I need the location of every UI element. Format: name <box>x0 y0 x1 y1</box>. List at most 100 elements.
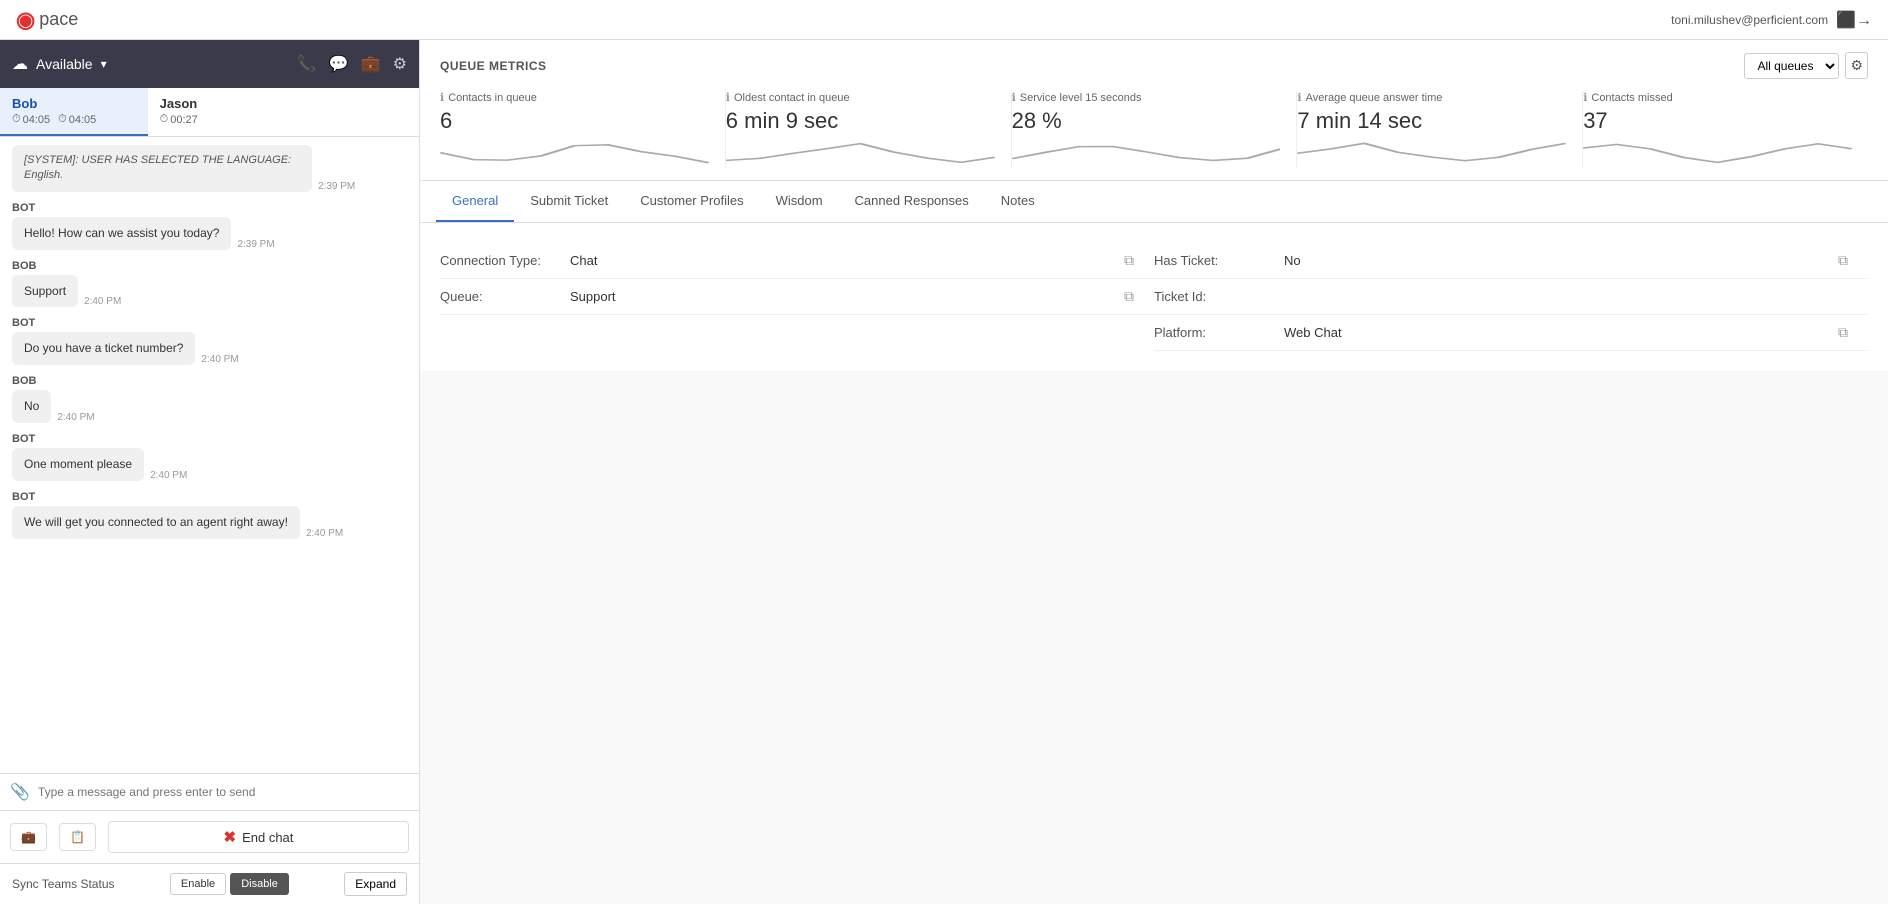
tab-notes[interactable]: Notes <box>985 181 1051 222</box>
sync-bar: Sync Teams Status Enable Disable Expand <box>0 863 419 904</box>
metric-label: ℹ Contacts in queue <box>440 91 709 104</box>
metric-value: 7 min 14 sec <box>1297 108 1566 134</box>
chat-tab-jason-name: Jason <box>160 96 284 111</box>
metric-item-1: ℹ Oldest contact in queue 6 min 9 sec <box>726 91 1012 168</box>
tab-customer-profiles[interactable]: Customer Profiles <box>624 181 759 222</box>
message-time: 2:40 PM <box>84 296 121 307</box>
info-value: No <box>1284 253 1301 268</box>
metric-label: ℹ Service level 15 seconds <box>1012 91 1281 104</box>
chat-tab-bob-time2: ⏱ 04:05 <box>58 113 96 126</box>
info-grid: Connection Type: Chat ⧉ Queue: Support ⧉… <box>440 243 1868 351</box>
tab-submit-ticket[interactable]: Submit Ticket <box>514 181 624 222</box>
tab-wisdom[interactable]: Wisdom <box>760 181 839 222</box>
briefcase-btn-icon: 💼 <box>21 830 36 844</box>
metric-label-text: Contacts in queue <box>448 92 537 104</box>
chat-tab-jason-times: ⏱ 00:27 <box>160 113 284 126</box>
message-time: 2:39 PM <box>237 239 274 250</box>
tab-general[interactable]: General <box>436 181 514 222</box>
info-row-right-0: Has Ticket: No ⧉ <box>1154 243 1868 279</box>
left-panel: ☁ Available ▾ 📞 💬 💼 ⚙ Bob ⏱ 04:05 <box>0 40 420 904</box>
briefcase-action-btn[interactable]: 💼 <box>10 823 47 851</box>
sparkline-svg <box>726 138 995 168</box>
empty-tab-area <box>295 88 419 136</box>
message-sender: BOT <box>12 433 407 445</box>
info-row-left-0: Connection Type: Chat ⧉ <box>440 243 1154 279</box>
message-bubble: [SYSTEM]: USER HAS SELECTED THE LANGUAGE… <box>12 145 312 192</box>
queue-select[interactable]: All queues <box>1744 53 1839 79</box>
sparkline-path <box>440 145 709 163</box>
expand-button[interactable]: Expand <box>344 872 407 896</box>
message-bubble-row: Do you have a ticket number?2:40 PM <box>12 332 407 365</box>
sparkline-svg <box>1012 138 1281 168</box>
settings-icon[interactable]: ⚙ <box>393 54 407 74</box>
chat-tab-bob[interactable]: Bob ⏱ 04:05 ⏱ 04:05 <box>0 88 148 136</box>
metric-label-text: Oldest contact in queue <box>734 92 850 104</box>
clock-icon-3: ⏱ <box>160 113 169 126</box>
message-group: BobNo2:40 PM <box>12 375 407 423</box>
metric-item-4: ℹ Contacts missed 37 <box>1583 91 1868 168</box>
content-area: Connection Type: Chat ⧉ Queue: Support ⧉… <box>420 223 1888 371</box>
info-value: Web Chat <box>1284 325 1342 340</box>
tab-canned-responses[interactable]: Canned Responses <box>839 181 985 222</box>
notes-action-btn[interactable]: 📋 <box>59 823 96 851</box>
user-email: toni.milushev@perficient.com <box>1671 13 1828 27</box>
message-bubble: Support <box>12 275 78 308</box>
metric-chart <box>1297 138 1566 168</box>
metric-label: ℹ Average queue answer time <box>1297 91 1566 104</box>
copy-icon[interactable]: ⧉ <box>1124 252 1134 269</box>
info-left-col: Connection Type: Chat ⧉ Queue: Support ⧉ <box>440 243 1154 351</box>
metric-info-icon: ℹ <box>440 91 444 104</box>
info-right-col: Has Ticket: No ⧉ Ticket Id: Platform: We… <box>1154 243 1868 351</box>
message-bubble-row: We will get you connected to an agent ri… <box>12 506 407 539</box>
message-group: BOT Do you have a ticket number?2:40 PM <box>12 317 407 365</box>
queue-metrics: QUEUE METRICS All queues ⚙ ℹ Contacts in… <box>420 40 1888 181</box>
info-label: Has Ticket: <box>1154 253 1284 268</box>
message-sender: BOT <box>12 491 407 503</box>
info-label: Platform: <box>1154 325 1284 340</box>
enable-button[interactable]: Enable <box>170 873 226 895</box>
logo: ◉ pace <box>16 7 78 33</box>
end-chat-button[interactable]: ✖ End chat <box>108 821 409 853</box>
metric-label: ℹ Contacts missed <box>1583 91 1852 104</box>
chat-input-row: 📎 <box>10 782 409 802</box>
copy-icon[interactable]: ⧉ <box>1838 252 1848 269</box>
clock-icon-1: ⏱ <box>12 113 21 126</box>
metric-info-icon: ℹ <box>1012 91 1016 104</box>
logout-icon[interactable]: ⬛→ <box>1836 10 1872 30</box>
message-sender: BOT <box>12 317 407 329</box>
metric-label-text: Contacts missed <box>1591 92 1672 104</box>
chat-icon[interactable]: 💬 <box>329 54 349 74</box>
message-group: Bob Support 2:40 PM <box>12 260 407 308</box>
cloud-icon: ☁ <box>12 54 28 74</box>
chat-tab-bob-times: ⏱ 04:05 ⏱ 04:05 <box>12 113 136 126</box>
status-label: Available <box>36 56 93 72</box>
copy-icon[interactable]: ⧉ <box>1838 324 1848 341</box>
metric-label-text: Service level 15 seconds <box>1020 92 1142 104</box>
message-group: BOTHello! How can we assist you today?2:… <box>12 202 407 250</box>
info-label: Queue: <box>440 289 570 304</box>
message-sender: BOT <box>12 202 407 214</box>
queue-settings-icon[interactable]: ⚙ <box>1845 52 1868 79</box>
top-nav-right: toni.milushev@perficient.com ⬛→ <box>1671 10 1872 30</box>
phone-icon[interactable]: 📞 <box>297 54 317 74</box>
chat-tab-jason[interactable]: Jason ⏱ 00:27 <box>148 88 296 136</box>
copy-icon[interactable]: ⧉ <box>1124 288 1134 305</box>
chat-input[interactable] <box>38 785 409 799</box>
chat-tab-bob-time1: ⏱ 04:05 <box>12 113 50 126</box>
message-bubble-row: No2:40 PM <box>12 390 407 423</box>
status-dropdown-icon[interactable]: ▾ <box>101 57 107 71</box>
attach-icon[interactable]: 📎 <box>10 782 30 802</box>
chat-messages[interactable]: [SYSTEM]: USER HAS SELECTED THE LANGUAGE… <box>0 137 419 773</box>
message-sender: Bob <box>12 260 407 272</box>
right-panel: QUEUE METRICS All queues ⚙ ℹ Contacts in… <box>420 40 1888 904</box>
queue-metrics-title: QUEUE METRICS <box>440 59 547 73</box>
metric-chart <box>440 138 709 168</box>
briefcase-icon[interactable]: 💼 <box>361 54 381 74</box>
sparkline-path <box>1297 143 1566 160</box>
chat-tab-bob-name: Bob <box>12 96 136 111</box>
disable-button[interactable]: Disable <box>230 873 289 895</box>
metric-value: 6 <box>440 108 709 134</box>
chat-input-area: 📎 <box>0 773 419 810</box>
metric-chart <box>1583 138 1852 168</box>
chat-actions: 💼 📋 ✖ End chat <box>0 810 419 863</box>
